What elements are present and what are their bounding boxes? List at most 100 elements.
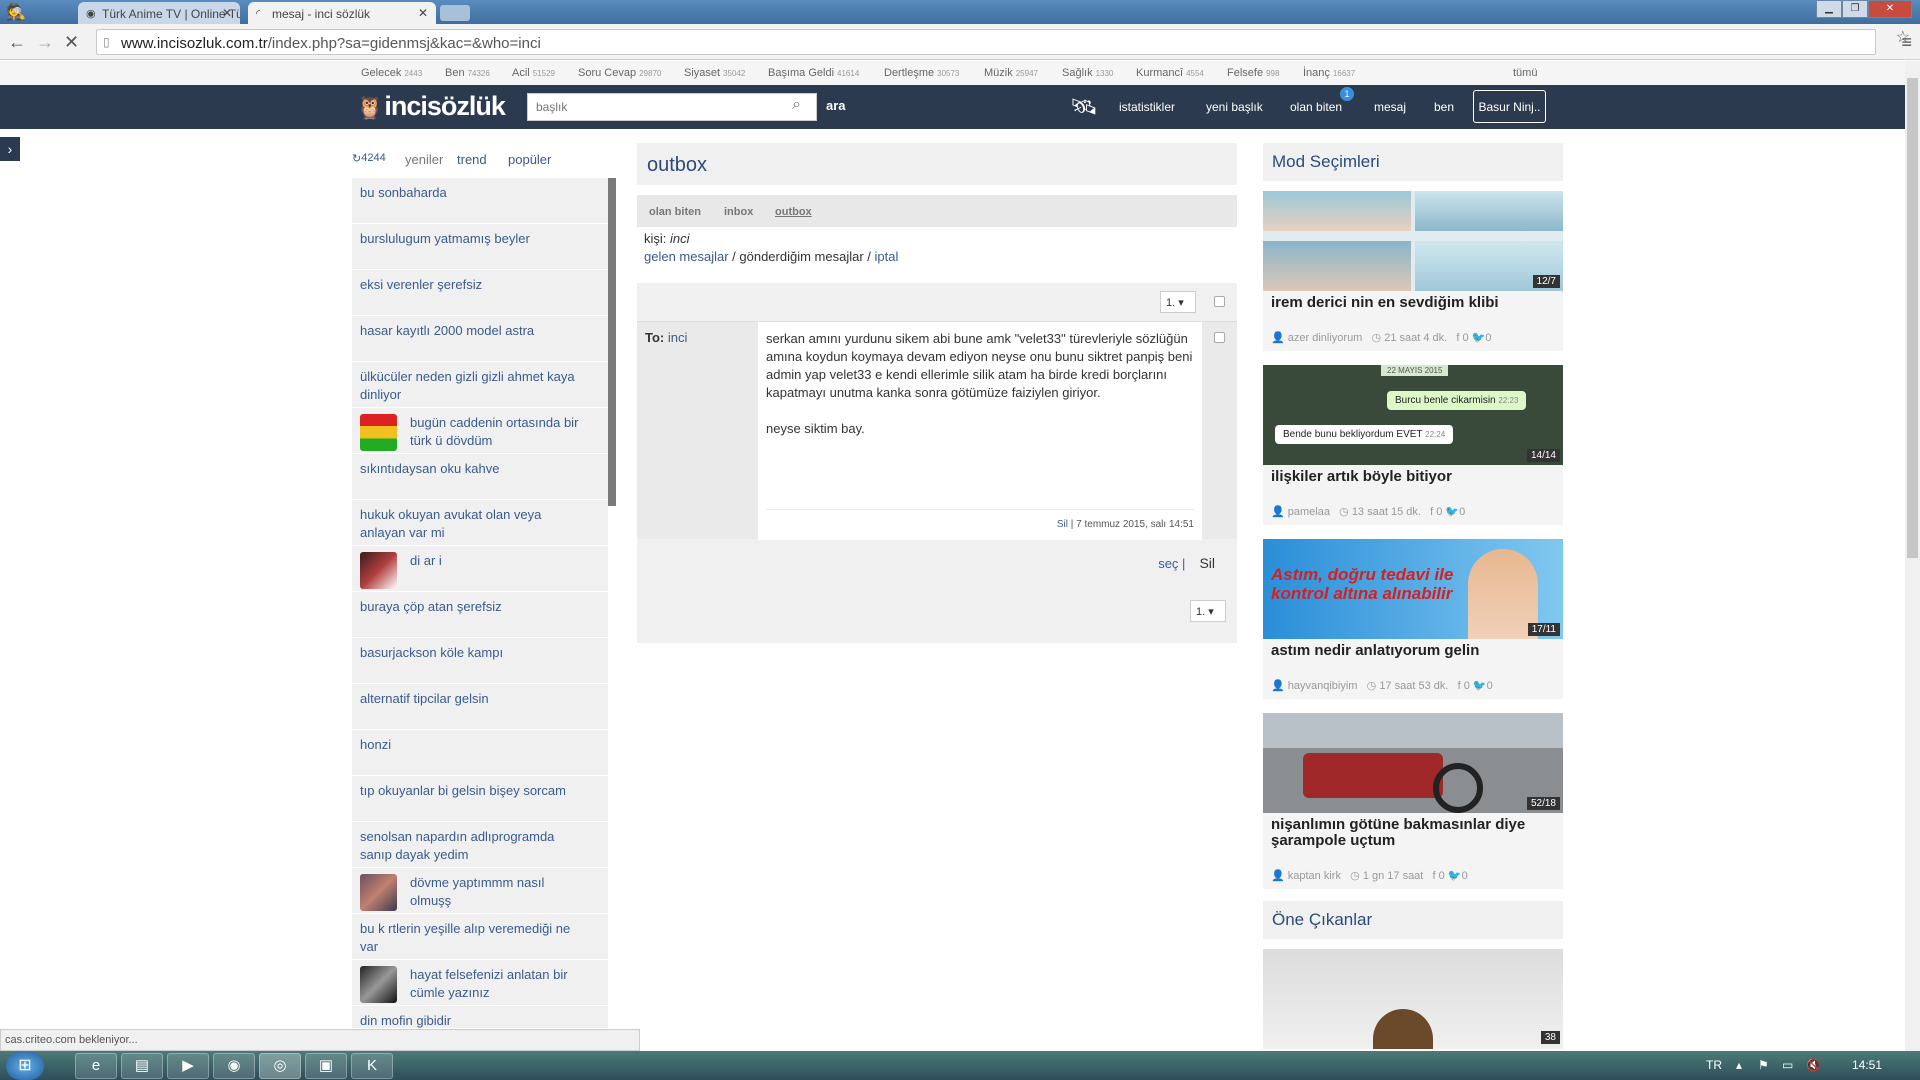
media-player-icon[interactable]: ▶: [167, 1053, 209, 1079]
category-siyaset[interactable]: Siyaset 35042: [684, 67, 745, 79]
nav-yeni-baslik[interactable]: yeni başlık: [1206, 100, 1263, 114]
mod-pick-card[interactable]: Astım, doğru tedavi ile kontrol altına a…: [1263, 539, 1563, 699]
mod-pick-card[interactable]: 52/18 nişanlımın götüne bakmasınlar diye…: [1263, 713, 1563, 889]
start-button[interactable]: ⊞: [6, 1052, 44, 1080]
nav-mesaj[interactable]: mesaj: [1374, 100, 1406, 114]
list-item[interactable]: tıp okuyanlar bi gelsin bişey sorcam: [352, 776, 608, 822]
back-icon[interactable]: ←: [8, 32, 26, 53]
new-tab-button[interactable]: [440, 5, 470, 21]
tab-yeniler[interactable]: yeniler: [405, 152, 443, 167]
flag-icon[interactable]: ⚑: [1758, 1058, 1769, 1072]
search-input[interactable]: [527, 93, 817, 121]
list-item[interactable]: bugün caddenin ortasında bir türk ü dövd…: [352, 408, 608, 454]
tab-olan-biten[interactable]: olan biten: [649, 206, 701, 218]
card-image: Astım, doğru tedavi ile kontrol altına a…: [1263, 539, 1563, 639]
category-muzik[interactable]: Müzik 25947: [984, 67, 1038, 79]
volume-muted-icon[interactable]: 🔇: [1806, 1058, 1821, 1072]
browser-profile-icon[interactable]: 🕵: [6, 2, 40, 22]
close-window-button[interactable]: ✕: [1868, 0, 1912, 18]
stop-icon[interactable]: ✕: [64, 32, 79, 53]
refresh-count[interactable]: ↻ 4244: [352, 152, 386, 165]
browser-menu-icon[interactable]: ≡: [1901, 32, 1912, 53]
list-item[interactable]: hasar kayıtlı 2000 model astra: [352, 316, 608, 362]
close-tab-icon[interactable]: ✕: [418, 6, 428, 20]
search-button[interactable]: ara: [826, 98, 846, 113]
list-item[interactable]: bu k rtlerin yeşille alıp veremediği ne …: [352, 914, 608, 960]
sidebar-toggle-icon[interactable]: ›: [0, 137, 20, 161]
category-felsefe[interactable]: Felsefe 998: [1227, 67, 1279, 79]
category-kurmanci[interactable]: Kurmancî 4554: [1136, 67, 1204, 79]
list-item[interactable]: honzi: [352, 730, 608, 776]
list-item[interactable]: senolsan napardın adlıprogramda sanıp da…: [352, 822, 608, 868]
nav-olan-biten[interactable]: olan biten: [1290, 100, 1342, 114]
firefox-icon[interactable]: ◉: [213, 1053, 255, 1079]
nav-ben[interactable]: ben: [1434, 100, 1454, 114]
page-select[interactable]: 1. ▾: [1160, 291, 1196, 313]
language-indicator[interactable]: TR: [1706, 1058, 1722, 1072]
taskbar: ⊞ e ▤ ▶ ◉ ◎ ▣ K TR ▴ ⚑ ▭ 🔇 14:51: [0, 1051, 1920, 1080]
list-item[interactable]: dövme yaptımmm nasıl olmuşş: [352, 868, 608, 914]
list-item[interactable]: din mofin gibidir: [352, 1006, 608, 1028]
maximize-button[interactable]: ❐: [1842, 0, 1868, 18]
select-all-checkbox[interactable]: [1214, 296, 1225, 307]
list-item[interactable]: burslulugum yatmamış beyler: [352, 224, 608, 270]
network-icon[interactable]: ▭: [1782, 1058, 1793, 1072]
clock[interactable]: 14:51: [1852, 1058, 1882, 1072]
message-checkbox[interactable]: [1214, 332, 1225, 343]
card-title: irem derici nin en sevdiğim klibi: [1271, 294, 1499, 311]
page-select[interactable]: 1. ▾: [1190, 600, 1226, 622]
forward-icon[interactable]: →: [36, 32, 54, 53]
list-item[interactable]: bu sonbaharda: [352, 178, 608, 224]
list-item[interactable]: hayat felsefenizi anlatan bir cümle yazı…: [352, 960, 608, 1006]
list-item[interactable]: basurjackson köle kampı: [352, 638, 608, 684]
address-bar[interactable]: ▯ www.incisozluk.com.tr/index.php?sa=gid…: [96, 29, 1876, 55]
topic-list-scrollbar[interactable]: [608, 178, 616, 506]
list-item[interactable]: eksi verenler şerefsiz: [352, 270, 608, 316]
iptal-link[interactable]: iptal: [875, 249, 899, 264]
delete-message-link[interactable]: Sil: [1057, 519, 1068, 530]
category-acil[interactable]: Acil 51529: [512, 67, 555, 79]
page-scrollbar-thumb[interactable]: [1907, 78, 1918, 558]
featured-image[interactable]: 38: [1263, 949, 1563, 1049]
mod-pick-card[interactable]: 22 MAYIS 2015 Burcu benle cikarmisin 22:…: [1263, 365, 1563, 525]
app-icon[interactable]: ▣: [305, 1053, 347, 1079]
gelen-mesajlar-link[interactable]: gelen mesajlar: [644, 249, 729, 264]
tab-populer[interactable]: popüler: [508, 152, 551, 167]
category-soru-cevap[interactable]: Soru Cevap 29870: [578, 67, 661, 79]
site-logo[interactable]: 🦉incisözlük: [356, 91, 506, 122]
list-item[interactable]: di ar i: [352, 546, 608, 592]
mod-pick-card[interactable]: 12/7 irem derici nin en sevdiğim klibi 👤…: [1263, 191, 1563, 351]
category-basima-geldi[interactable]: Başıma Geldi 41614: [768, 67, 859, 79]
folder-icon[interactable]: ▤: [121, 1053, 163, 1079]
card-count: 14/14: [1526, 449, 1560, 462]
browser-tab-mesaj[interactable]: ◜ mesaj - inci sözlük ✕: [248, 2, 436, 24]
kaspersky-icon[interactable]: K: [351, 1053, 393, 1079]
browser-tab-anime[interactable]: ◉ Türk Anime TV | Online Tü ✕: [78, 2, 240, 24]
list-item[interactable]: alternatif tipcilar gelsin: [352, 684, 608, 730]
list-item[interactable]: buraya çöp atan şerefsiz: [352, 592, 608, 638]
search-icon[interactable]: ⌕: [792, 96, 801, 114]
nav-istatistikler[interactable]: istatistikler: [1119, 100, 1175, 114]
tab-inbox[interactable]: inbox: [724, 206, 753, 218]
select-link[interactable]: seç: [1158, 556, 1178, 571]
delete-button[interactable]: Sil: [1199, 555, 1215, 571]
category-gelecek[interactable]: Gelecek 2443: [361, 67, 422, 79]
tab-outbox[interactable]: outbox: [775, 206, 812, 218]
tray-expand-icon[interactable]: ▴: [1736, 1058, 1742, 1072]
satellite-icon[interactable]: 🛰: [1070, 94, 1098, 120]
recipient-link[interactable]: inci: [668, 330, 688, 345]
list-item[interactable]: sıkıntıdaysan oku kahve: [352, 454, 608, 500]
list-item[interactable]: hukuk okuyan avukat olan veya anlayan va…: [352, 500, 608, 546]
list-item[interactable]: ülkücüler neden gizli gizli ahmet kaya d…: [352, 362, 608, 408]
chrome-icon[interactable]: ◎: [259, 1053, 301, 1079]
category-all-link[interactable]: tümü: [1513, 67, 1537, 79]
category-dertlesme[interactable]: Dertleşme 30573: [884, 67, 959, 79]
close-tab-icon[interactable]: ✕: [222, 6, 232, 20]
user-menu-button[interactable]: Basur Ninj..: [1473, 90, 1546, 123]
ie-icon[interactable]: e: [75, 1053, 117, 1079]
category-saglik[interactable]: Sağlık 1330: [1062, 67, 1113, 79]
tab-trend[interactable]: trend: [457, 152, 487, 167]
minimize-button[interactable]: ▁: [1816, 0, 1842, 18]
category-ben[interactable]: Ben 74326: [445, 67, 490, 79]
category-inanc[interactable]: İnanç 16637: [1303, 67, 1355, 79]
